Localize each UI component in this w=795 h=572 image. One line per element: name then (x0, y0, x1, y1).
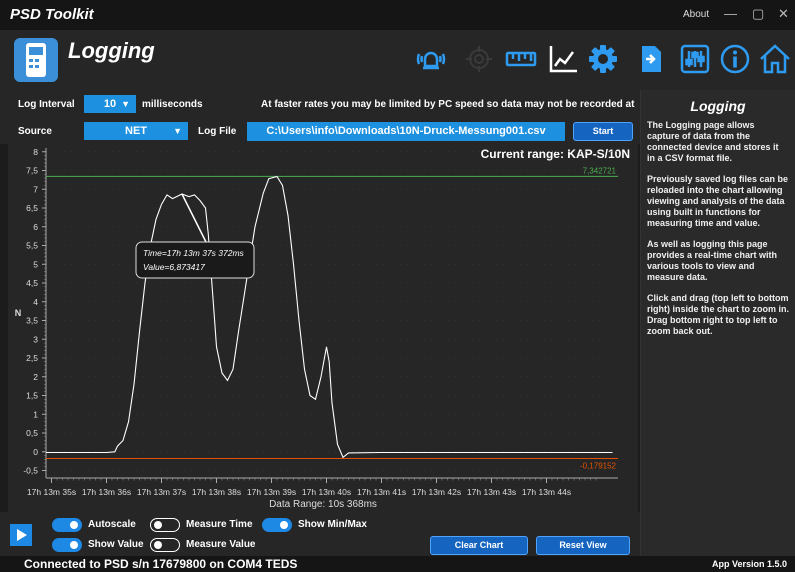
help-paragraph: The Logging page allows capture of data … (647, 120, 779, 163)
y-tick-label: 7 (33, 184, 38, 194)
y-tick-label: 5,5 (26, 241, 38, 251)
series-line (46, 175, 613, 459)
show-value-label: Show Value (88, 539, 144, 550)
speed-warning: At faster rates you may be limited by PC… (261, 99, 637, 110)
play-icon (17, 529, 27, 541)
x-tick-label: 17h 13m 41s (357, 487, 406, 497)
info-icon[interactable] (718, 42, 752, 76)
y-tick-label: 4,5 (26, 278, 38, 288)
help-paragraph: Click and drag (top left to bottom right… (647, 293, 790, 336)
play-button[interactable] (10, 524, 32, 546)
log-interval-select[interactable]: 10 ▼ (84, 95, 136, 113)
gear-icon[interactable] (586, 42, 620, 76)
ruler-icon[interactable] (504, 42, 538, 76)
x-tick-label: 17h 13m 42s (412, 487, 461, 497)
log-file-field[interactable]: C:\Users\info\Downloads\10N-Druck-Messun… (247, 122, 565, 141)
y-tick-label: 7,5 (26, 166, 38, 176)
toggle-knob (154, 541, 162, 549)
chevron-down-icon: ▼ (173, 126, 182, 136)
measure-time-label: Measure Time (186, 519, 253, 530)
y-tick-label: 8 (33, 147, 38, 157)
y-tick-label: 0 (33, 447, 38, 457)
help-paragraph: As well as logging this page provides a … (647, 239, 778, 282)
autoscale-toggle[interactable] (52, 518, 82, 532)
help-paragraph: Previously saved log files can be reload… (647, 174, 789, 228)
log-interval-label: Log Interval (18, 99, 75, 110)
tooltip-pointer (181, 193, 207, 243)
source-value: NET (125, 125, 147, 137)
interval-unit-label: milliseconds (142, 99, 203, 110)
minimize-button[interactable]: — (724, 6, 737, 21)
y-tick-label: 5 (33, 259, 38, 269)
y-tick-label: -0,5 (23, 466, 38, 476)
device-logo-icon (14, 38, 58, 82)
title-bar: PSD Toolkit About — ▢ ✕ (0, 0, 795, 30)
tooltip-time: Time=17h 13m 37s 372ms (143, 248, 245, 258)
connection-status: Connected to PSD s/n 17679800 on COM4 TE… (24, 557, 298, 571)
data-range-label: Data Range: 10s 368ms (269, 499, 377, 510)
y-tick-label: 4 (33, 297, 38, 307)
y-tick-label: 1,5 (26, 391, 38, 401)
min-value-label: -0,179152 (580, 461, 617, 470)
show-value-toggle[interactable] (52, 538, 82, 552)
source-select[interactable]: NET ▼ (84, 122, 188, 140)
x-tick-label: 17h 13m 44s (522, 487, 571, 497)
y-axis-label: N (15, 308, 22, 318)
x-tick-label: 17h 13m 43s (467, 487, 516, 497)
y-tick-label: 1 (33, 409, 38, 419)
chart-options-bar: Autoscale Show Value Measure Time Measur… (0, 512, 640, 556)
measure-time-toggle[interactable] (150, 518, 180, 532)
target-icon[interactable] (462, 42, 496, 76)
log-interval-value: 10 (103, 98, 117, 110)
sliders-icon[interactable] (678, 42, 712, 76)
logging-controls: Log Interval 10 ▼ milliseconds At faster… (0, 90, 640, 153)
clear-chart-button[interactable]: Clear Chart (430, 536, 528, 555)
toggle-knob (280, 521, 288, 529)
show-minmax-label: Show Min/Max (298, 519, 367, 530)
log-file-label: Log File (198, 126, 237, 137)
y-tick-label: 2 (33, 372, 38, 382)
autoscale-label: Autoscale (88, 519, 136, 530)
y-tick-label: 6 (33, 222, 38, 232)
x-tick-label: 17h 13m 36s (82, 487, 131, 497)
y-tick-label: 3 (33, 334, 38, 344)
max-value-label: 7,342721 (583, 166, 617, 175)
x-tick-label: 17h 13m 38s (192, 487, 241, 497)
source-label: Source (18, 126, 52, 137)
x-tick-label: 17h 13m 35s (27, 487, 76, 497)
measure-value-toggle[interactable] (150, 538, 180, 552)
x-tick-label: 17h 13m 37s (137, 487, 186, 497)
reset-view-button[interactable]: Reset View (536, 536, 630, 555)
x-tick-label: 17h 13m 39s (247, 487, 296, 497)
app-title: PSD Toolkit (10, 6, 94, 23)
header: Logging (0, 30, 795, 90)
help-panel: Logging The Logging page allows capture … (640, 90, 795, 556)
y-tick-label: 2,5 (26, 353, 38, 363)
measure-value-label: Measure Value (186, 539, 256, 550)
home-icon[interactable] (758, 42, 792, 76)
maximize-button[interactable]: ▢ (752, 6, 764, 22)
export-icon[interactable] (634, 42, 668, 76)
toggle-knob (154, 521, 162, 529)
y-tick-label: 0,5 (26, 428, 38, 438)
y-tick-label: 3,5 (26, 316, 38, 326)
page-title: Logging (68, 38, 155, 63)
x-tick-label: 17h 13m 40s (302, 487, 351, 497)
chevron-down-icon: ▼ (121, 99, 130, 109)
about-button[interactable]: About (683, 9, 709, 20)
show-minmax-toggle[interactable] (262, 518, 292, 532)
app-version: App Version 1.5.0 (711, 559, 787, 569)
line-chart[interactable]: 8 7,5 7 6,5 6 5,5 5 4,5 4 3,5 3 2,5 2 1,5 1 0,5 0 -0,5 17h… (8, 144, 638, 512)
status-bar: Connected to PSD s/n 17679800 on COM4 TE… (0, 556, 795, 572)
help-title: Logging (690, 98, 746, 114)
close-button[interactable]: ✕ (778, 6, 789, 22)
chart-line-icon[interactable] (546, 42, 580, 76)
toggle-knob (70, 541, 78, 549)
toggle-knob (70, 521, 78, 529)
y-tick-label: 6,5 (26, 203, 38, 213)
start-logging-button[interactable]: Start Logging (573, 122, 633, 153)
alarm-icon[interactable] (414, 42, 448, 76)
tooltip-value: Value=6,873417 (143, 262, 205, 272)
chart-panel[interactable]: Current range: KAP-S/10N 8 7,5 7 6,5 6 5,5 5 4,… (8, 144, 638, 512)
